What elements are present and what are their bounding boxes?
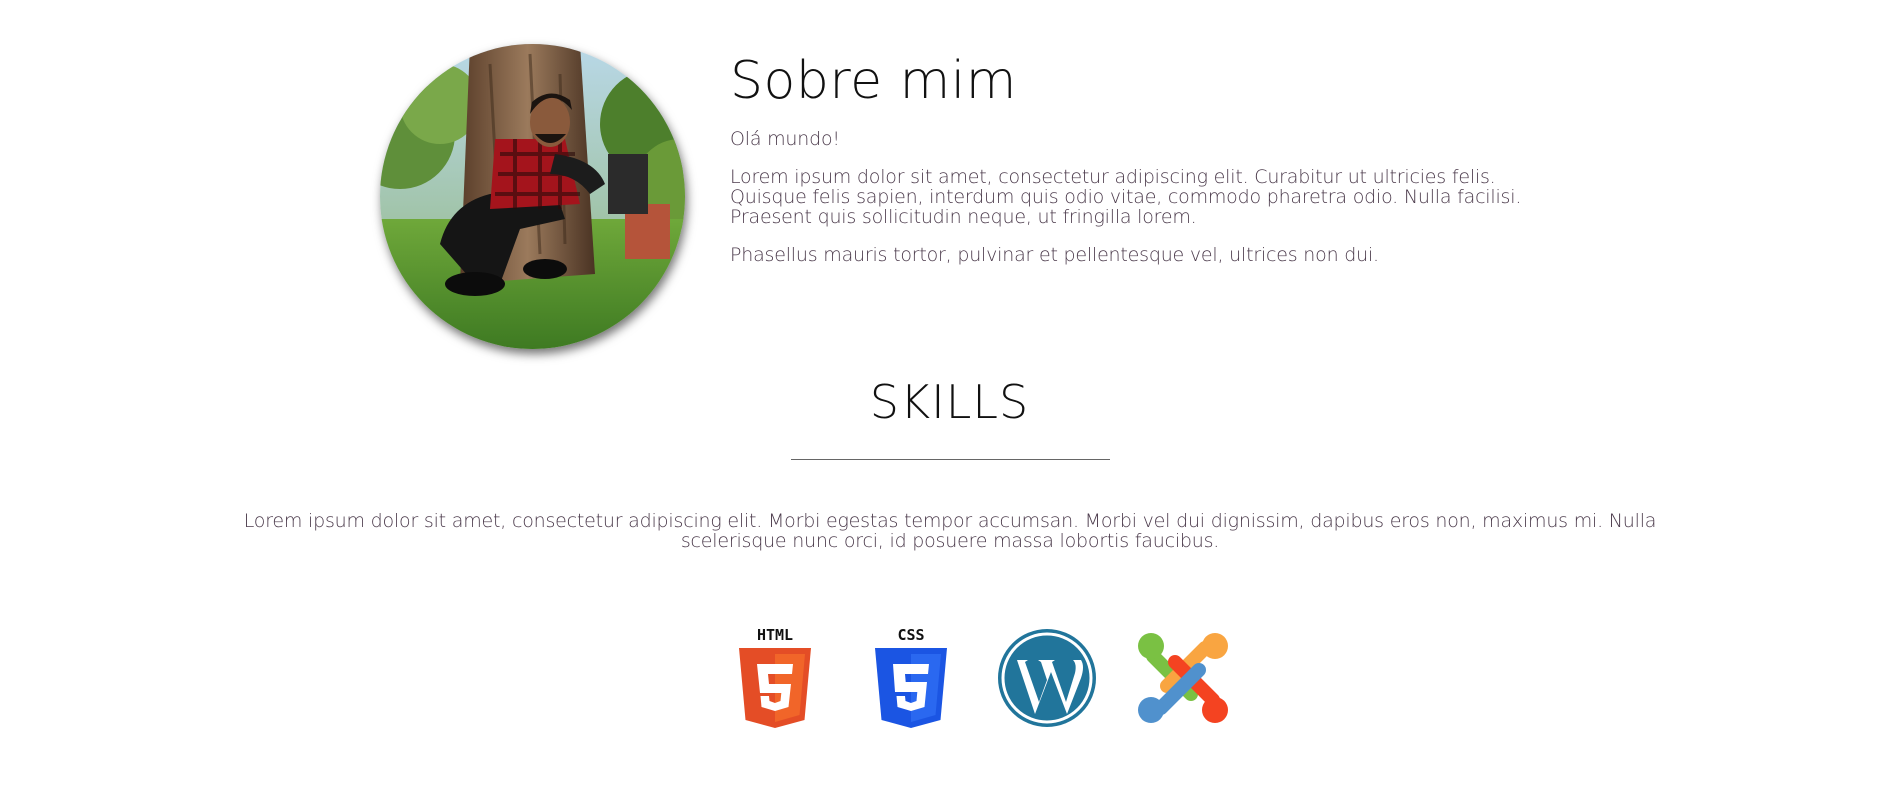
html5-icon: HTML [720, 625, 830, 730]
wordpress-icon [992, 625, 1102, 730]
skills-divider [791, 459, 1110, 460]
joomla-icon [1128, 625, 1238, 730]
about-section: Sobre mim Olá mundo! Lorem ipsum dolor s… [380, 44, 1560, 349]
profile-photo [380, 44, 685, 349]
css3-icon: CSS [856, 625, 966, 730]
html5-icon-label: HTML [757, 626, 793, 644]
about-paragraph-2: Phasellus mauris tortor, pulvinar et pel… [730, 243, 1379, 266]
page: Sobre mim Olá mundo! Lorem ipsum dolor s… [0, 0, 1899, 808]
greeting-text: Olá mundo! [730, 127, 840, 150]
about-paragraph-1-line: Lorem ipsum dolor sit amet, consectetur … [730, 165, 1496, 188]
skills-title: SKILLS [869, 375, 1030, 429]
skills-description: Lorem ipsum dolor sit amet, consectetur … [243, 510, 1657, 552]
about-text: Sobre mim Olá mundo! Lorem ipsum dolor s… [730, 44, 1521, 283]
about-paragraph-1-line: Quisque felis sapien, interdum quis odio… [730, 185, 1522, 208]
css3-icon-label: CSS [897, 626, 924, 644]
skills-icons: HTML CSS [720, 625, 1238, 730]
about-title: Sobre mim [730, 51, 1017, 111]
about-paragraph-1: Lorem ipsum dolor sit amet, consectetur … [730, 167, 1521, 227]
about-paragraph-1-line: Praesent quis sollicitudin neque, ut fri… [730, 205, 1197, 228]
